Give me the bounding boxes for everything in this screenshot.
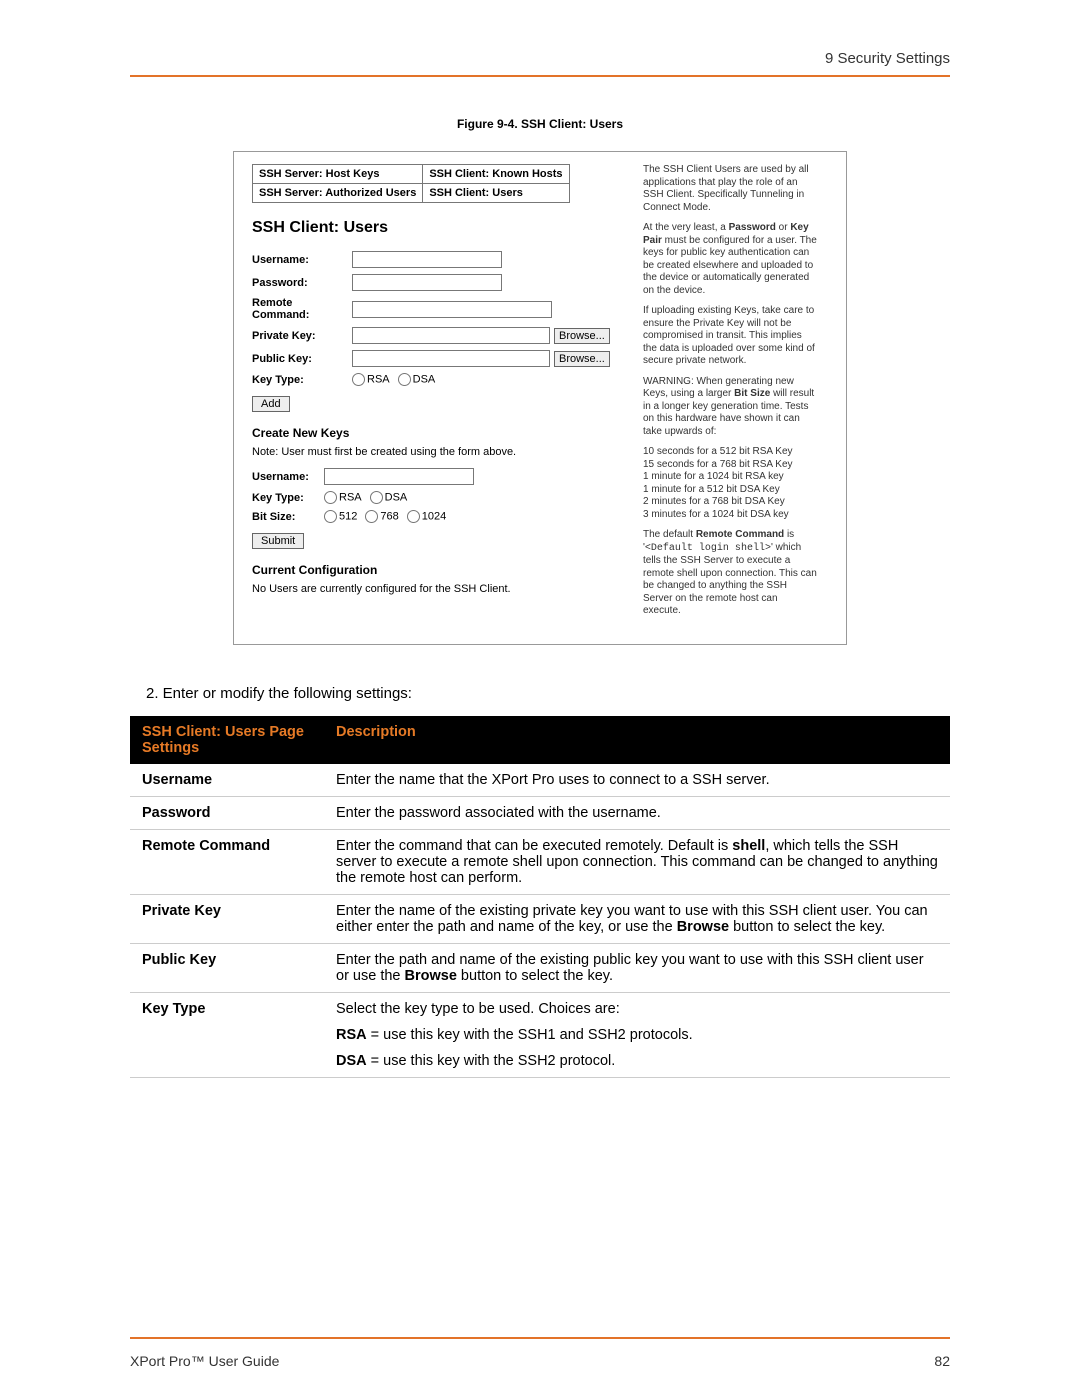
help-times: 10 seconds for a 512 bit RSA Key 15 seco… [643,446,818,521]
label-username2: Username: [252,471,324,483]
label-private-key: Private Key: [252,330,352,342]
table-row: Username Enter the name that the XPort P… [130,764,950,797]
radio-dsa-label[interactable]: DSA [398,373,436,386]
footer-right: 82 [934,1353,950,1369]
figure-help-panel: The SSH Client Users are used by all app… [643,164,818,626]
help-p5: The default Remote Command is '<Default … [643,529,818,618]
label-username: Username: [252,254,352,266]
browse-private-key-button[interactable]: Browse... [554,328,610,344]
current-config-heading: Current Configuration [252,563,635,577]
tab-authorized-users[interactable]: SSH Server: Authorized Users [253,184,423,203]
settings-table: SSH Client: Users Page Settings Descript… [130,716,950,1078]
radio-512[interactable] [324,510,337,523]
label-remote-cmd: RemoteCommand: [252,297,352,321]
remote-command-input[interactable] [352,301,552,318]
radio-rsa2[interactable] [324,491,337,504]
row-username-desc: Enter the name that the XPort Pro uses t… [324,764,950,797]
label-bit-size: Bit Size: [252,511,324,523]
help-p4: WARNING: When generating new Keys, using… [643,376,818,439]
figure-screenshot: SSH Server: Host Keys SSH Client: Known … [233,151,847,645]
table-row: Key Type Select the key type to be used.… [130,992,950,1077]
radio-rsa-label[interactable]: RSA [352,373,390,386]
tab-host-keys[interactable]: SSH Server: Host Keys [253,165,423,184]
add-button[interactable]: Add [252,396,290,412]
row-public-key-desc: Enter the path and name of the existing … [324,943,950,992]
th-description: Description [324,716,950,764]
radio-rsa2-label[interactable]: RSA [324,491,362,504]
radio-dsa[interactable] [398,373,411,386]
help-p2: At the very least, a Password or Key Pai… [643,222,818,297]
radio-1024-label[interactable]: 1024 [407,510,446,523]
row-key-type-desc: Select the key type to be used. Choices … [324,992,950,1077]
panel-title: SSH Client: Users [252,219,635,237]
current-config-text: No Users are currently configured for th… [252,583,635,595]
label-key-type: Key Type: [252,374,352,386]
create-keys-note: Note: User must first be created using t… [252,446,635,458]
submit-button[interactable]: Submit [252,533,304,549]
figure-caption: Figure 9-4. SSH Client: Users [130,117,950,131]
row-key-type-label: Key Type [130,992,324,1077]
radio-768[interactable] [365,510,378,523]
username2-input[interactable] [324,468,474,485]
th-settings: SSH Client: Users Page Settings [130,716,324,764]
row-password-desc: Enter the password associated with the u… [324,796,950,829]
top-rule [130,75,950,77]
help-p3: If uploading existing Keys, take care to… [643,305,818,368]
table-row: Private Key Enter the name of the existi… [130,894,950,943]
step-2-text: 2. Enter or modify the following setting… [166,685,950,702]
help-p1: The SSH Client Users are used by all app… [643,164,818,214]
row-private-key-desc: Enter the name of the existing private k… [324,894,950,943]
table-row: Password Enter the password associated w… [130,796,950,829]
radio-512-label[interactable]: 512 [324,510,357,523]
label-password: Password: [252,277,352,289]
figure-left-panel: SSH Server: Host Keys SSH Client: Known … [252,164,643,626]
row-remote-cmd-label: Remote Command [130,829,324,894]
bottom-rule [130,1337,950,1339]
footer-left: XPort Pro™ User Guide [130,1353,279,1369]
footer: XPort Pro™ User Guide 82 [130,1353,950,1369]
radio-dsa2[interactable] [370,491,383,504]
public-key-input[interactable] [352,350,550,367]
private-key-input[interactable] [352,327,550,344]
label-public-key: Public Key: [252,353,352,365]
tab-client-users[interactable]: SSH Client: Users [423,184,569,203]
row-password-label: Password [130,796,324,829]
section-header: 9 Security Settings [130,50,950,67]
tab-known-hosts[interactable]: SSH Client: Known Hosts [423,165,569,184]
radio-1024[interactable] [407,510,420,523]
radio-rsa[interactable] [352,373,365,386]
password-input[interactable] [352,274,502,291]
label-key-type2: Key Type: [252,492,324,504]
username-input[interactable] [352,251,502,268]
browse-public-key-button[interactable]: Browse... [554,351,610,367]
row-remote-cmd-desc: Enter the command that can be executed r… [324,829,950,894]
table-row: Remote Command Enter the command that ca… [130,829,950,894]
radio-dsa2-label[interactable]: DSA [370,491,408,504]
radio-768-label[interactable]: 768 [365,510,398,523]
row-username-label: Username [130,764,324,797]
row-private-key-label: Private Key [130,894,324,943]
table-row: Public Key Enter the path and name of th… [130,943,950,992]
row-public-key-label: Public Key [130,943,324,992]
tabs-table: SSH Server: Host Keys SSH Client: Known … [252,164,570,203]
create-keys-heading: Create New Keys [252,426,635,440]
